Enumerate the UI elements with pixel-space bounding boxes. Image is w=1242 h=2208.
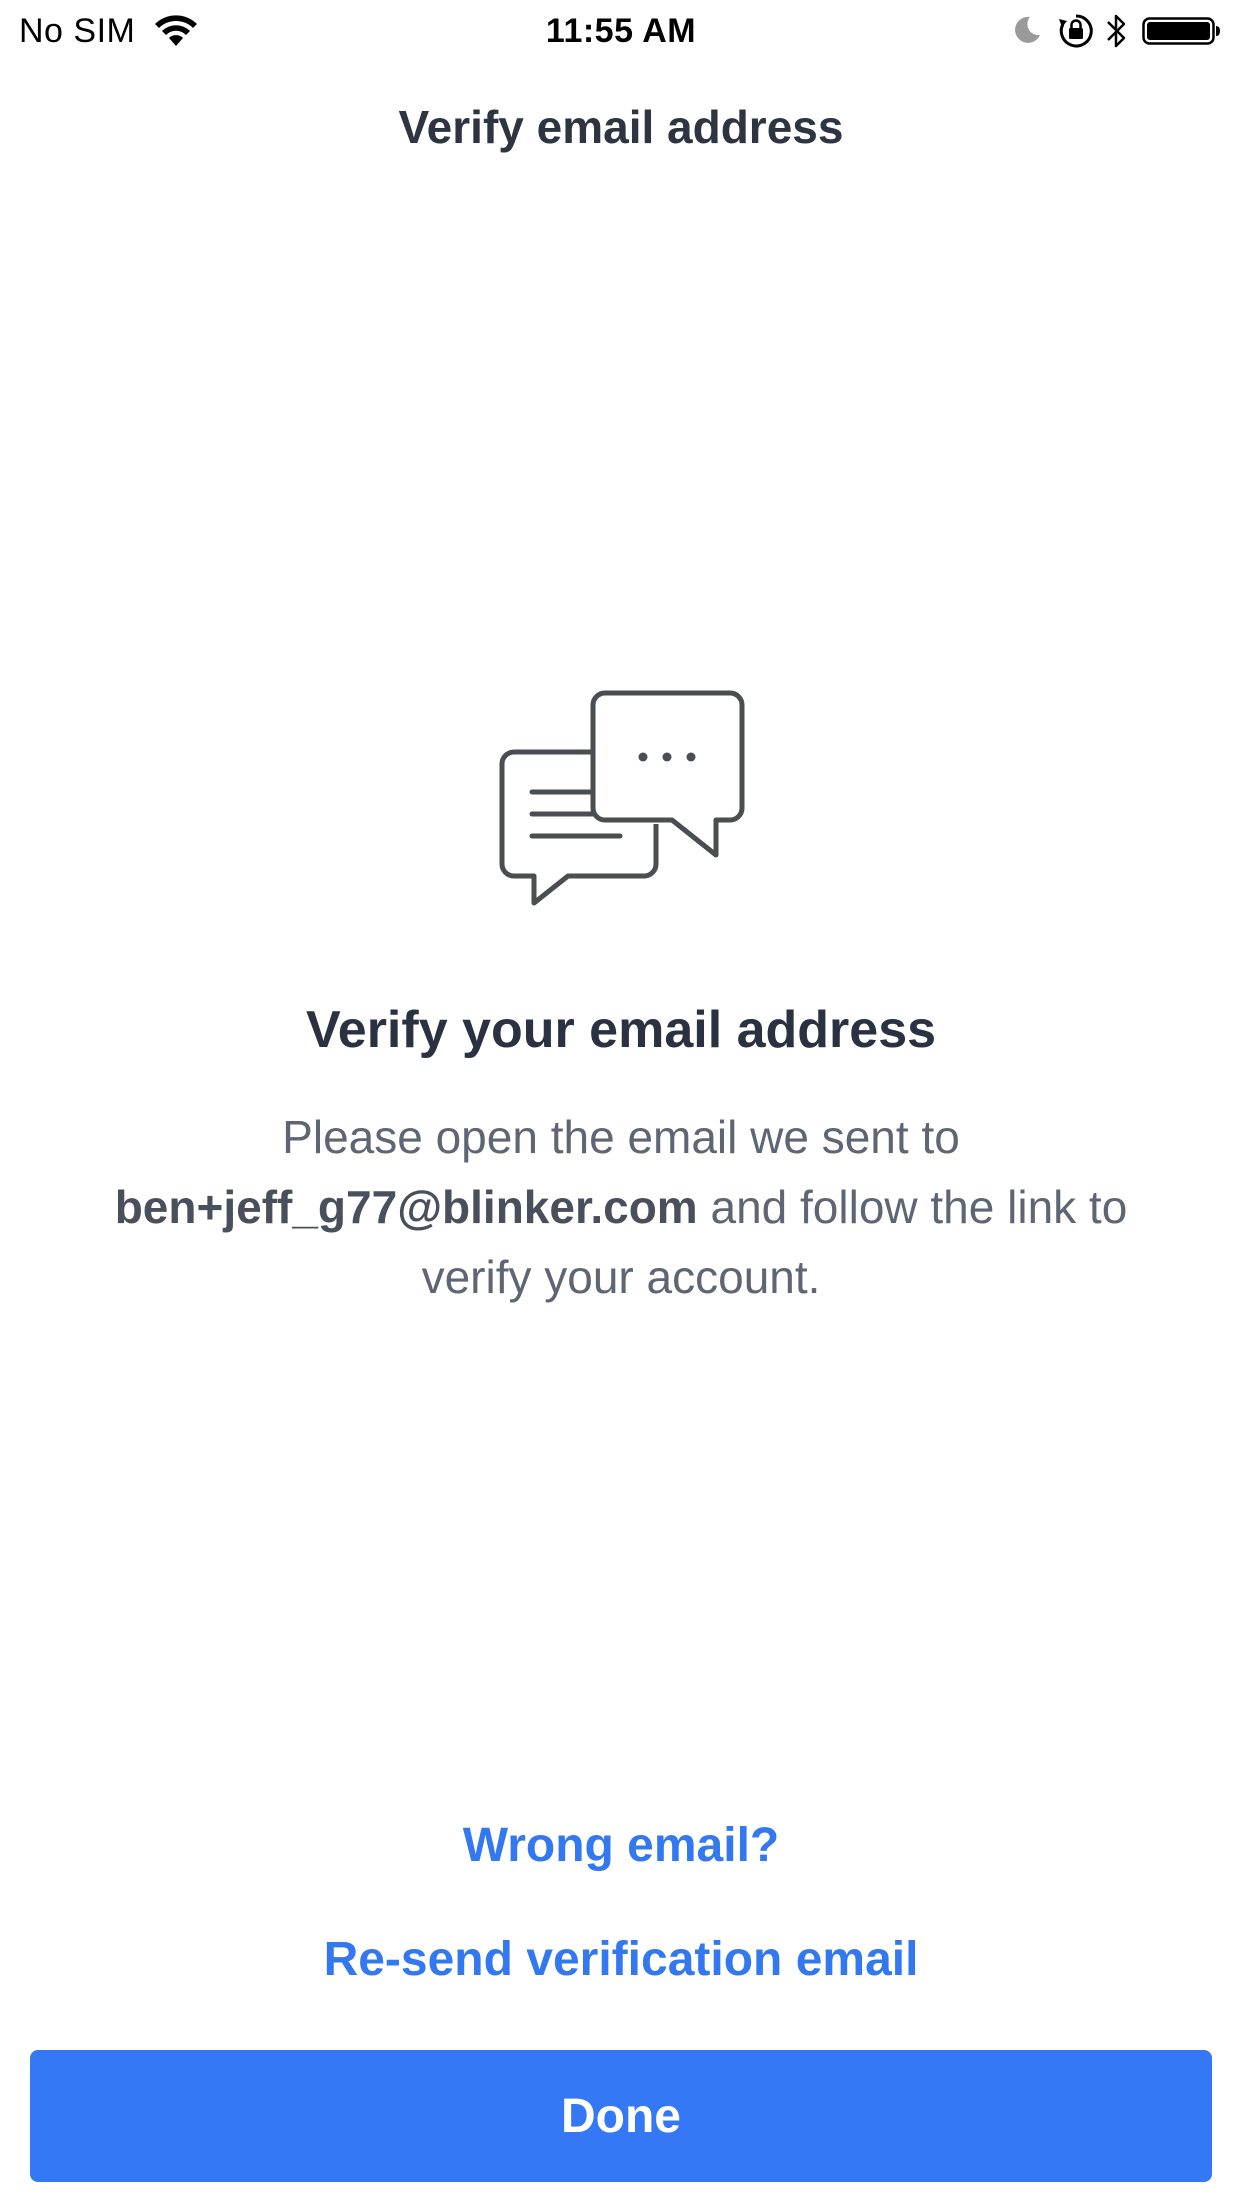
moon-icon	[1015, 16, 1040, 43]
page-title: Verify email address	[398, 101, 844, 153]
bluetooth-icon	[1107, 14, 1126, 48]
battery-icon	[1142, 17, 1220, 45]
message-prefix: Please open the email we sent to	[282, 1111, 960, 1163]
done-button[interactable]: Done	[30, 2050, 1212, 2182]
verify-heading: Verify your email address	[305, 1001, 937, 1059]
status-time: 11:55 AM	[545, 12, 697, 50]
resend-verification-link[interactable]: Re-send verification email	[0, 1932, 1242, 1987]
wrong-email-link[interactable]: Wrong email?	[0, 1818, 1242, 1873]
email-address: ben+jeff_g77@blinker.com	[114, 1181, 698, 1233]
orientation-lock-icon	[1059, 14, 1093, 48]
verify-message: Please open the email we sent to ben+jef…	[60, 1102, 1182, 1312]
status-bar: No SIM 11:55 AM	[0, 0, 1242, 60]
chat-bubbles-icon	[499, 690, 745, 906]
